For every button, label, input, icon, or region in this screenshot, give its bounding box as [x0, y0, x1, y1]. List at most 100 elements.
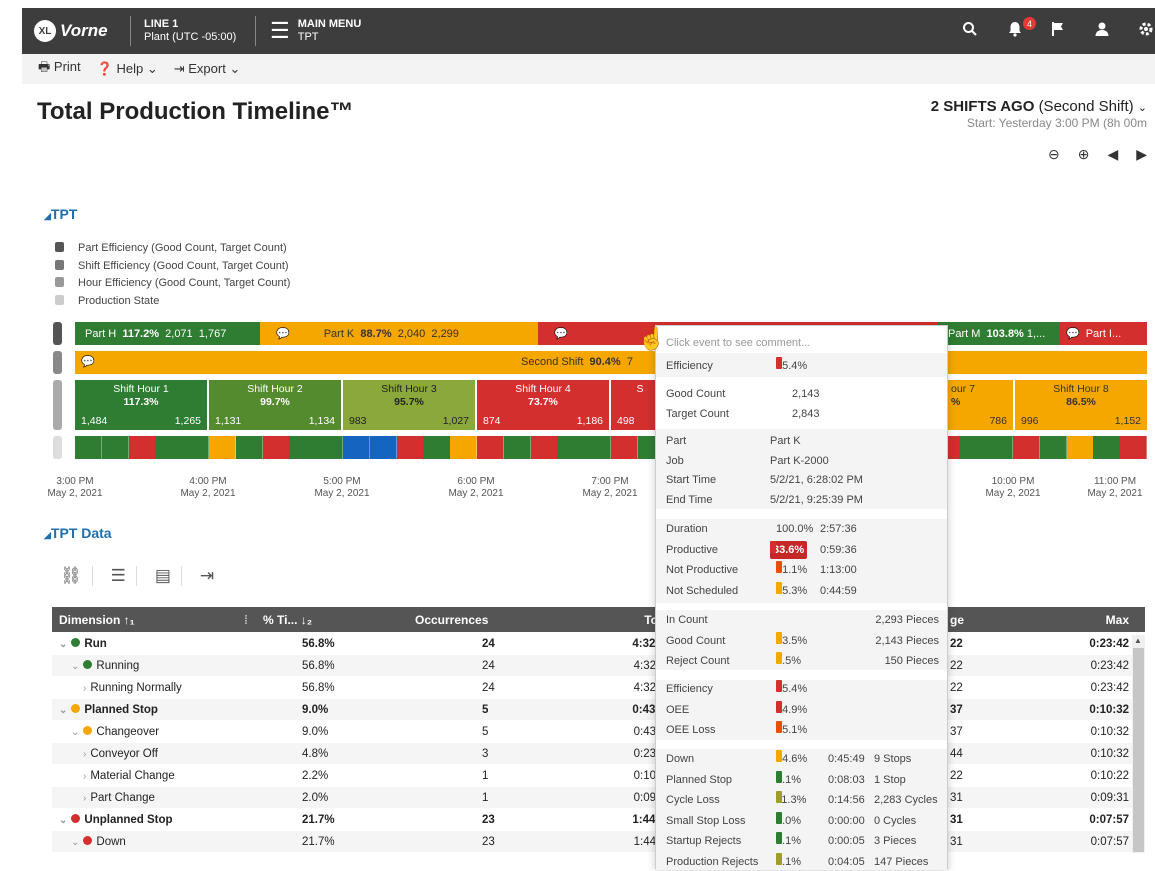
- hour-segment[interactable]: Shift Hour 4 73.7% 874 1,186: [477, 380, 611, 430]
- column-pct-time[interactable]: % Ti... ↓₂: [263, 607, 312, 633]
- line-selector[interactable]: LINE 1 Plant (UTC -05:00): [144, 18, 236, 44]
- flag-icon[interactable]: [1050, 21, 1066, 42]
- state-segment[interactable]: [503, 436, 532, 459]
- state-segment[interactable]: [262, 436, 290, 459]
- state-segment[interactable]: [1066, 436, 1094, 459]
- help-button[interactable]: ❓ Help ⌄: [97, 61, 158, 77]
- state-segment[interactable]: [209, 436, 237, 459]
- table-row[interactable]: › Running Normally 56.8% 24 4:32:51 22 0:23:42: [52, 677, 1145, 699]
- state-segment[interactable]: [557, 436, 585, 459]
- table-row[interactable]: › Conveyor Off 4.8% 3 0:23:12 44 0:10:32: [52, 743, 1145, 765]
- state-segment[interactable]: [477, 436, 505, 459]
- export-table-icon[interactable]: ⇥: [200, 566, 224, 586]
- state-segment[interactable]: [369, 436, 398, 459]
- shift-efficiency-row[interactable]: 💬 Second Shift 90.4% 7: [75, 351, 1147, 374]
- chevron-down-icon[interactable]: ⌄: [59, 815, 67, 826]
- row-dimension[interactable]: › Conveyor Off: [83, 743, 158, 766]
- column-max[interactable]: Max: [1106, 607, 1129, 633]
- comment-icon[interactable]: 💬: [554, 327, 568, 340]
- state-segment[interactable]: [423, 436, 451, 459]
- hour-segment[interactable]: Shift Hour 1 117.3% 1,484 1,265: [75, 380, 209, 430]
- state-segment[interactable]: [986, 436, 1014, 459]
- table-row[interactable]: ⌄ Unplanned Stop 21.7% 23 1:44:01 31 0:07:57: [52, 809, 1145, 831]
- state-segment[interactable]: [1039, 436, 1068, 459]
- tpt-data-section-toggle[interactable]: ◢TPT Data: [44, 525, 112, 541]
- chevron-down-icon[interactable]: ⌄: [59, 705, 67, 716]
- gear-icon[interactable]: [1138, 21, 1154, 42]
- row-dimension[interactable]: › Running Normally: [83, 677, 182, 700]
- state-segment[interactable]: [611, 436, 639, 459]
- previous-icon[interactable]: ◀: [1107, 146, 1118, 163]
- export-button[interactable]: ⇥ Export ⌄: [174, 61, 241, 77]
- detail-view-icon[interactable]: ▤: [155, 566, 182, 586]
- state-row-handle[interactable]: [53, 436, 62, 459]
- hour-row-handle[interactable]: [53, 380, 62, 430]
- shift-row-handle[interactable]: [53, 351, 62, 374]
- state-segment[interactable]: [182, 436, 210, 459]
- tpt-section-toggle[interactable]: ◢TPT: [44, 206, 77, 222]
- row-dimension[interactable]: › Part Change: [83, 787, 155, 810]
- table-row[interactable]: ⌄ Changeover 9.0% 5 0:43:06 37 0:10:32: [52, 721, 1145, 743]
- next-icon[interactable]: ▶: [1136, 146, 1147, 163]
- table-row[interactable]: ⌄ Run 56.8% 24 4:32:51 22 0:23:42: [52, 633, 1145, 655]
- chevron-down-icon[interactable]: ⌄: [71, 727, 79, 738]
- chevron-down-icon[interactable]: ⌄: [71, 661, 79, 672]
- row-dimension[interactable]: › Material Change: [83, 765, 175, 788]
- hour-segment[interactable]: Shift Hour 3 95.7% 983 1,027: [343, 380, 477, 430]
- legend-item[interactable]: Shift Efficiency (Good Count, Target Cou…: [55, 258, 290, 276]
- chevron-right-icon[interactable]: ›: [83, 793, 86, 804]
- table-row[interactable]: › Material Change 2.2% 1 0:10:22 22 0:10:22: [52, 765, 1145, 787]
- zoom-out-icon[interactable]: ⊖: [1048, 146, 1060, 163]
- user-icon[interactable]: [1094, 21, 1110, 42]
- search-icon[interactable]: [962, 21, 978, 42]
- legend-item[interactable]: Production State: [55, 293, 290, 311]
- state-segment[interactable]: [450, 436, 478, 459]
- state-segment[interactable]: [396, 436, 424, 459]
- part-row-handle[interactable]: [53, 322, 62, 345]
- hour-segment[interactable]: our 7 % 786: [947, 380, 1015, 430]
- state-segment[interactable]: [959, 436, 987, 459]
- row-dimension[interactable]: ⌄ Run: [59, 633, 107, 656]
- state-segment[interactable]: [584, 436, 612, 459]
- print-button[interactable]: 🖶 Print: [38, 58, 81, 80]
- state-segment[interactable]: [1120, 436, 1147, 459]
- scrollbar-thumb[interactable]: [1133, 648, 1144, 852]
- zoom-in-icon[interactable]: ⊕: [1078, 146, 1090, 163]
- part-segment[interactable]: 💬 Part I...: [1060, 322, 1147, 345]
- state-segment[interactable]: [101, 436, 130, 459]
- table-row[interactable]: ⌄ Running 56.8% 24 4:32:51 22 0:23:42: [52, 655, 1145, 677]
- state-segment[interactable]: [1013, 436, 1041, 459]
- hour-segment[interactable]: Shift Hour 2 99.7% 1,131 1,134: [209, 380, 343, 430]
- column-occurrences[interactable]: Occurrences: [415, 607, 488, 633]
- column-resize-handle[interactable]: ⁞: [244, 607, 248, 633]
- hierarchy-icon[interactable]: ⛓: [60, 566, 93, 586]
- scroll-up-icon[interactable]: ▲: [1134, 636, 1142, 645]
- table-row[interactable]: ⌄ Down 21.7% 23 1:44:01 31 0:07:57: [52, 831, 1145, 853]
- state-segment[interactable]: [128, 436, 156, 459]
- row-dimension[interactable]: ⌄ Unplanned Stop: [59, 809, 173, 832]
- state-segment[interactable]: [343, 436, 371, 459]
- state-segment[interactable]: [1093, 436, 1121, 459]
- hour-segment[interactable]: Shift Hour 8 86.5% 996 1,152: [1015, 380, 1147, 430]
- vorne-logo[interactable]: XL Vorne: [34, 19, 126, 43]
- state-segment[interactable]: [289, 436, 317, 459]
- state-segment[interactable]: [155, 436, 183, 459]
- chevron-down-icon[interactable]: ⌄: [59, 639, 67, 650]
- chevron-right-icon[interactable]: ›: [83, 749, 86, 760]
- table-row[interactable]: ⌄ Planned Stop 9.0% 5 0:43:06 37 0:10:32: [52, 699, 1145, 721]
- main-menu-button[interactable]: ☰ MAIN MENU TPT: [270, 18, 361, 44]
- state-segment[interactable]: [75, 436, 103, 459]
- row-dimension[interactable]: ⌄ Planned Stop: [59, 699, 158, 722]
- column-average[interactable]: ge: [950, 607, 964, 633]
- part-segment[interactable]: Part H 117.2% 2,071 1,767: [75, 322, 260, 345]
- shift-selector[interactable]: 2 SHIFTS AGO (Second Shift) ⌄: [931, 98, 1147, 115]
- row-dimension[interactable]: ⌄ Changeover: [71, 721, 159, 744]
- state-segment[interactable]: [316, 436, 344, 459]
- chevron-down-icon[interactable]: ⌄: [71, 837, 79, 848]
- table-row[interactable]: › Part Change 2.0% 1 0:09:31 31 0:09:31: [52, 787, 1145, 809]
- comment-icon[interactable]: 💬: [81, 355, 95, 368]
- comment-icon[interactable]: 💬: [276, 327, 290, 340]
- chevron-right-icon[interactable]: ›: [83, 683, 86, 694]
- legend-item[interactable]: Part Efficiency (Good Count, Target Coun…: [55, 240, 290, 258]
- legend-item[interactable]: Hour Efficiency (Good Count, Target Coun…: [55, 275, 290, 293]
